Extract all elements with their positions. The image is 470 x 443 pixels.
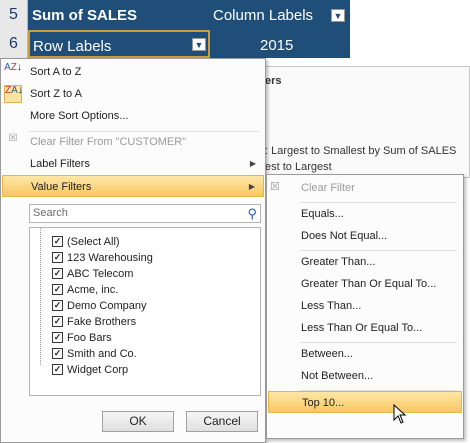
row-labels: Row Labels [33, 38, 112, 55]
greater-than-label: Greater Than... [301, 256, 376, 268]
submenu-less-than-or-equal[interactable]: Less Than Or Equal To... [268, 317, 462, 339]
checkbox-checked-icon[interactable]: ✓ [52, 284, 63, 295]
background-dialog-line1: : Largest to Smallest by Sum of SALES [265, 145, 457, 157]
background-dialog-heading: ers [265, 75, 282, 87]
less-than-or-equal-label: Less Than Or Equal To... [301, 322, 423, 334]
top-10-label: Top 10... [302, 397, 345, 409]
submenu-clear-filter: Clear Filter [268, 177, 462, 199]
more-sort-options-label: More Sort Options... [30, 110, 129, 122]
sort-z-to-a-label: Sort Z to A [30, 88, 82, 100]
column-filter-icon[interactable]: ▼ [331, 9, 345, 22]
submenu-less-than[interactable]: Less Than... [268, 295, 462, 317]
mouse-pointer-icon [393, 404, 407, 424]
background-dialog: ers : Largest to Smallest by Sum of SALE… [262, 66, 470, 178]
submenu-arrow-icon: ▶ [249, 159, 256, 168]
list-item-label: Acme, inc. [67, 284, 119, 296]
sort-a-to-z-icon: AZ↓ [4, 62, 22, 73]
list-item-label: Foo Bars [67, 332, 112, 344]
submenu-top-10[interactable]: Top 10... [268, 391, 462, 413]
row-labels-cell: Row Labels ▼ [28, 30, 210, 58]
list-item-label: 123 Warehousing [67, 252, 153, 264]
equals-label: Equals... [301, 208, 344, 220]
filter-dropdown-menu: AZ↓ Sort A to Z ZA↓ Sort Z to A More Sor… [0, 58, 266, 443]
list-item-label: (Select All) [67, 236, 120, 248]
sum-of-sales-label: Sum of SALES [32, 7, 138, 24]
search-input[interactable]: Search ⚲ [29, 204, 261, 223]
label-filters-label: Label Filters [30, 158, 90, 170]
clear-filter-icon: ☒ [270, 181, 280, 193]
list-item-label: Widget Corp [67, 364, 129, 376]
submenu-arrow-icon: ▶ [248, 182, 255, 191]
value-filters-submenu: Clear Filter Equals... Does Not Equal...… [266, 174, 464, 439]
list-item-label: ABC Telecom [67, 268, 134, 280]
column-labels: Column Labels [213, 7, 314, 24]
list-item-label: Smith and Co. [67, 348, 137, 360]
submenu-between[interactable]: Between... [268, 343, 462, 365]
checkbox-checked-icon[interactable]: ✓ [52, 268, 63, 279]
clear-filter-icon: ☒ [8, 133, 18, 144]
not-between-label: Not Between... [301, 370, 374, 382]
submenu-does-not-equal[interactable]: Does Not Equal... [268, 225, 462, 247]
checkbox-checked-icon[interactable]: ✓ [52, 364, 63, 375]
between-label: Between... [301, 348, 353, 360]
checkbox-checked-icon[interactable]: ✓ [52, 348, 63, 359]
menu-label-filters[interactable]: Label Filters ▶ [2, 153, 264, 175]
list-item-label: Demo Company [67, 300, 147, 312]
list-item-label: Fake Brothers [67, 316, 137, 328]
menu-clear-filter: ☒ Clear Filter From "CUSTOMER" [2, 131, 264, 153]
row-labels-dropdown-icon[interactable]: ▼ [192, 38, 206, 51]
submenu-greater-than-or-equal[interactable]: Greater Than Or Equal To... [268, 273, 462, 295]
checkbox-checked-icon[interactable]: ✓ [52, 300, 63, 311]
submenu-not-between[interactable]: Not Between... [268, 365, 462, 387]
submenu-equals[interactable]: Equals... [268, 203, 462, 225]
cancel-button[interactable]: Cancel [186, 411, 258, 432]
pivot-header-row: Sum of SALES Column Labels ▼ Row Labels … [28, 0, 350, 58]
sort-a-to-z-label: Sort A to Z [30, 66, 82, 78]
background-dialog-line2: est to Largest [265, 161, 332, 173]
menu-more-sort-options[interactable]: More Sort Options... [2, 105, 264, 127]
clear-filter-label: Clear Filter From "CUSTOMER" [30, 136, 187, 148]
does-not-equal-label: Does Not Equal... [301, 230, 388, 242]
less-than-label: Less Than... [301, 300, 362, 312]
ok-button[interactable]: OK [102, 411, 174, 432]
tree-line [40, 228, 42, 365]
checkbox-checked-icon[interactable]: ✓ [52, 236, 63, 247]
checkbox-checked-icon[interactable]: ✓ [52, 316, 63, 327]
menu-value-filters[interactable]: Value Filters ▶ [2, 175, 264, 197]
value-checklist: ✓ (Select All) ✓ 123 Warehousing ✓ ABC Tele… [29, 227, 261, 396]
menu-sort-a-to-z[interactable]: AZ↓ Sort A to Z [2, 61, 264, 83]
search-icon: ⚲ [247, 206, 257, 221]
year-2015: 2015 [260, 37, 294, 54]
sort-z-to-a-icon: ZA↓ [4, 85, 23, 103]
value-filters-label: Value Filters [31, 181, 92, 193]
checkbox-checked-icon[interactable]: ✓ [52, 332, 63, 343]
submenu-greater-than[interactable]: Greater Than... [268, 251, 462, 273]
clear-filter-label: Clear Filter [301, 182, 355, 194]
search-placeholder: Search [33, 207, 68, 219]
row-header-5[interactable]: 5 [0, 0, 28, 30]
checkbox-checked-icon[interactable]: ✓ [52, 252, 63, 263]
greater-than-or-equal-label: Greater Than Or Equal To... [301, 278, 437, 290]
menu-sort-z-to-a[interactable]: ZA↓ Sort Z to A [2, 83, 264, 105]
row-header-6[interactable]: 6 [0, 30, 28, 58]
